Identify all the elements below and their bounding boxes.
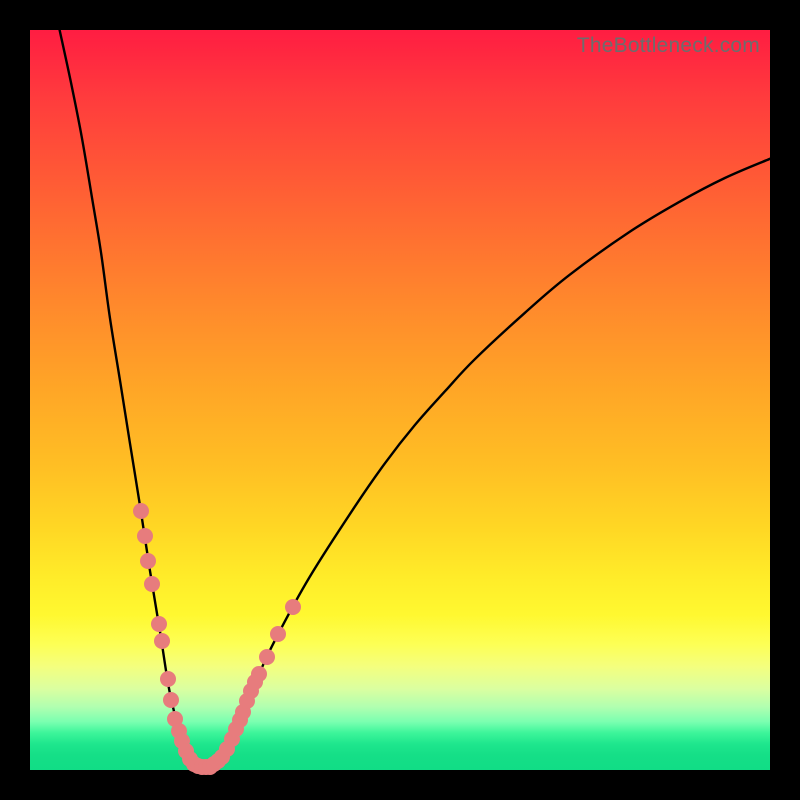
data-marker — [160, 671, 176, 687]
curve-layer — [30, 30, 770, 770]
curve-left-branch — [60, 30, 197, 766]
data-marker — [133, 503, 149, 519]
data-marker — [285, 599, 301, 615]
curve-right-branch — [210, 159, 770, 767]
data-marker — [151, 616, 167, 632]
data-marker — [137, 528, 153, 544]
data-marker — [259, 649, 275, 665]
data-marker — [140, 553, 156, 569]
data-marker — [251, 666, 267, 682]
data-marker — [154, 633, 170, 649]
data-marker — [163, 692, 179, 708]
data-marker — [270, 626, 286, 642]
plot-area: TheBottleneck.com — [30, 30, 770, 770]
chart-frame: TheBottleneck.com — [0, 0, 800, 800]
data-marker — [144, 576, 160, 592]
